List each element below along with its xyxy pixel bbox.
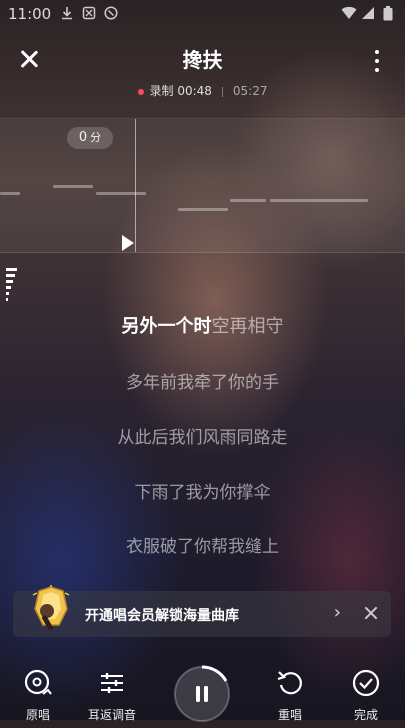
playhead-marker-icon[interactable] [122, 235, 134, 251]
current-lyric-sung: 另外一个时 [121, 316, 212, 337]
chevron-right-icon[interactable]: › [334, 602, 341, 623]
pitch-note [0, 192, 20, 195]
lyric-line: 下雨了我为你撑伞 [134, 483, 271, 503]
pitch-note [230, 199, 266, 202]
playhead-line [135, 119, 136, 252]
restart-button[interactable]: 重唱 [260, 668, 320, 723]
restart-label: 重唱 [277, 708, 302, 722]
status-time: 11:00 [8, 5, 52, 23]
song-title: 搀扶 [182, 48, 223, 72]
finish-button[interactable]: 完成 [336, 668, 396, 723]
finish-label: 完成 [353, 708, 378, 722]
ear-return-tuning-button[interactable]: 耳返调音 [82, 668, 142, 723]
divider [221, 86, 223, 97]
more-dot [375, 68, 379, 72]
current-lyric-line: 另外一个时空再相守 [0, 312, 405, 338]
original-vocal-icon [23, 668, 53, 698]
record-dot-icon [137, 88, 144, 95]
pause-button[interactable] [172, 664, 232, 724]
check-circle-icon [351, 668, 381, 698]
score-unit: 分 [90, 131, 102, 144]
close-banner-icon[interactable] [363, 605, 379, 621]
bottom-controls: 原唱 耳返调音 重唱 完成 [0, 660, 405, 723]
battery-icon [381, 6, 395, 21]
vip-promo-text: 开通唱会员解锁海量曲库 [85, 608, 239, 624]
current-lyric-unsung: 空再相守 [211, 316, 284, 337]
top-bar: 搀扶 [0, 44, 405, 76]
signal-icon [361, 6, 375, 20]
lyric-line: 衣服破了你帮我缝上 [126, 537, 279, 557]
score-value: 0 [78, 130, 88, 145]
sliders-icon [97, 668, 127, 698]
original-vocal-label: 原唱 [25, 708, 50, 722]
pitch-note [96, 192, 146, 195]
pitch-note [270, 199, 368, 202]
wifi-icon [341, 6, 357, 20]
lyric-line: 从此后我们风雨同路走 [117, 428, 288, 448]
lyric-line: 多年前我牵了你的手 [126, 373, 279, 393]
more-options-button[interactable] [367, 50, 387, 72]
volume-level-icon [6, 268, 20, 308]
vip-mic-badge-icon [29, 585, 70, 635]
restart-icon [275, 668, 305, 698]
app-notification-icon-2 [104, 6, 118, 20]
ear-return-tuning-label: 耳返调音 [87, 708, 136, 722]
total-duration: 05:27 [232, 84, 268, 98]
score-badge: 0分 [67, 127, 113, 149]
download-icon [60, 6, 74, 20]
vip-promo-banner[interactable]: 开通唱会员解锁海量曲库 › [13, 585, 391, 637]
more-dot [375, 59, 379, 63]
recording-status: 录制 00:48 05:27 [0, 82, 405, 99]
pitch-track: 0分 [0, 118, 405, 253]
app-notification-icon [82, 6, 96, 20]
recording-time: 录制 00:48 [149, 84, 212, 98]
pitch-note [53, 185, 93, 188]
pitch-note [178, 208, 228, 211]
status-bar: 11:00 [0, 0, 405, 30]
original-vocal-button[interactable]: 原唱 [8, 668, 68, 723]
more-dot [375, 50, 379, 54]
